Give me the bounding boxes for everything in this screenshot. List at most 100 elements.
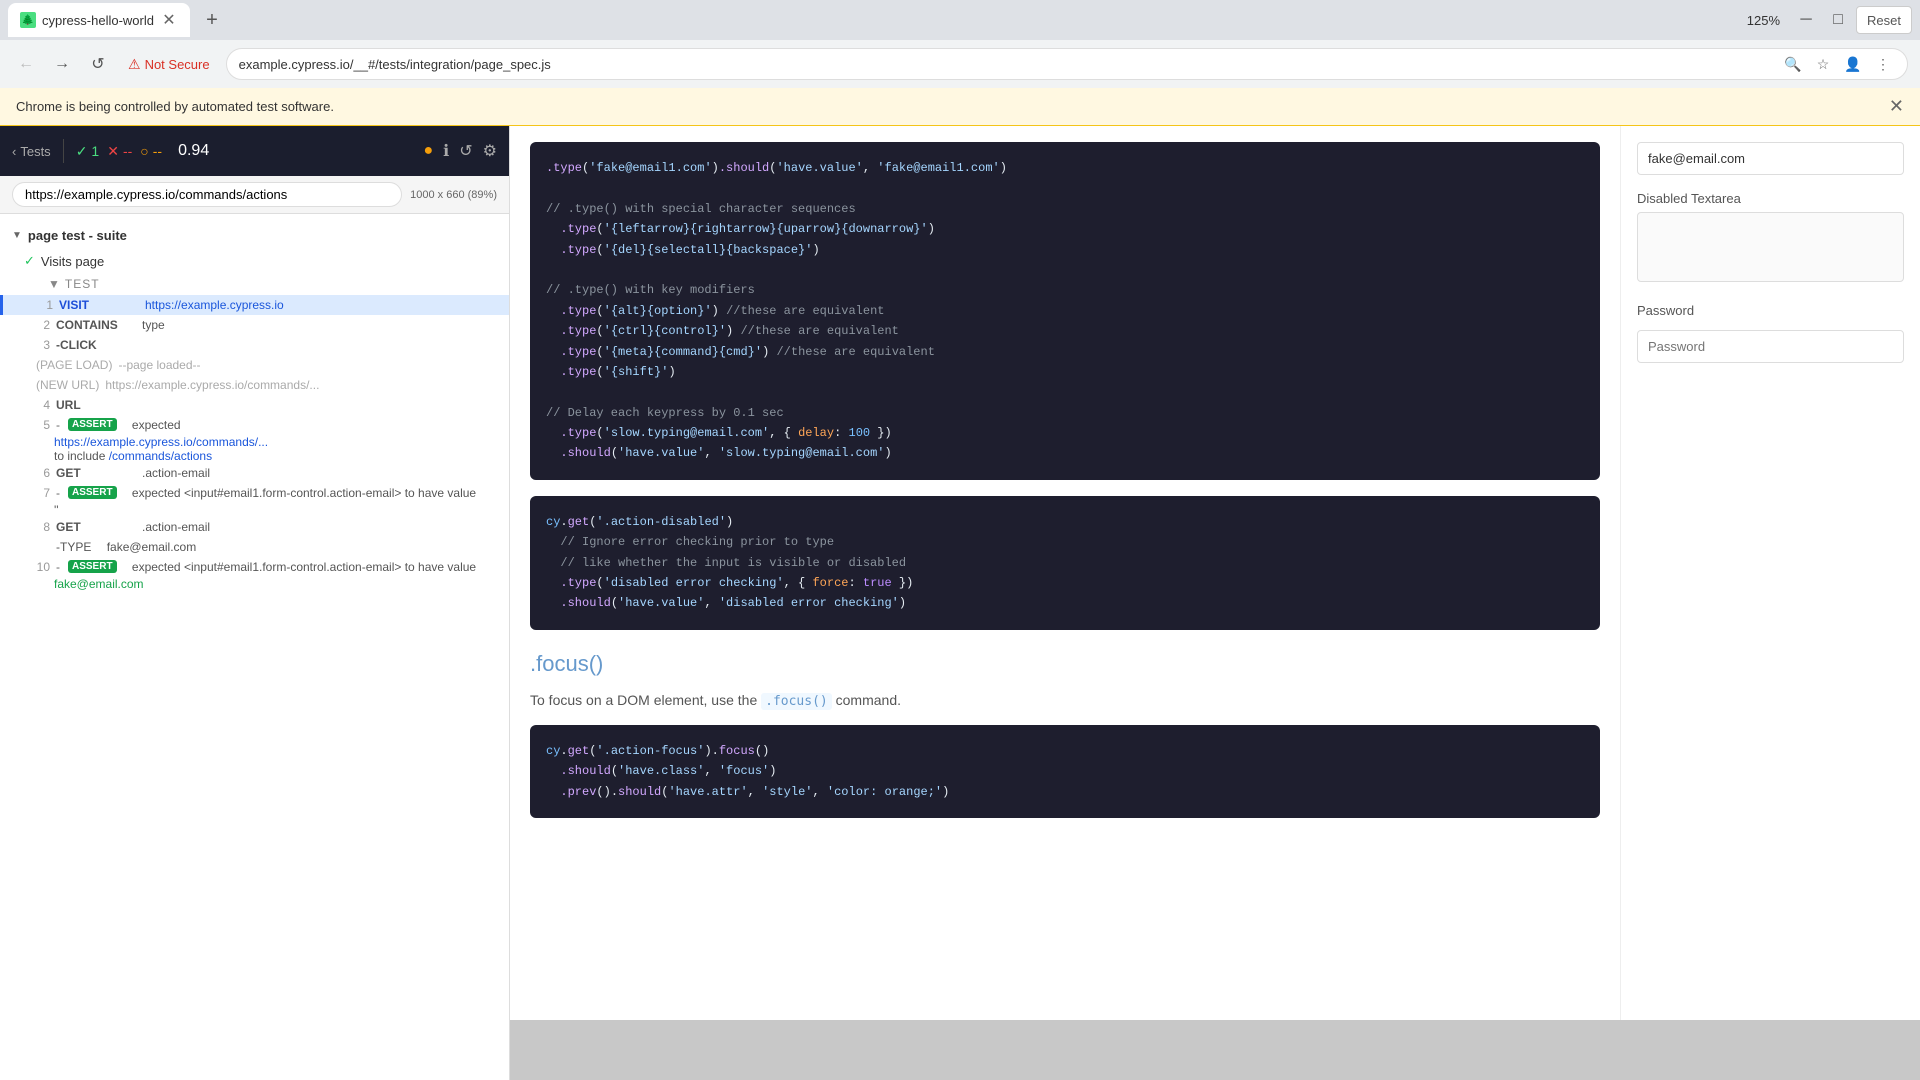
maximize-button[interactable]: □	[1824, 6, 1852, 34]
banner-text: Chrome is being controlled by automated …	[16, 99, 334, 114]
reload-button[interactable]: ↺	[84, 50, 112, 78]
minimize-button[interactable]: ─	[1792, 6, 1820, 34]
cmd-row-5-desc: to include /commands/actions	[0, 449, 509, 463]
duration: 0.94	[178, 142, 209, 160]
code-line: .should('have.class', 'focus')	[546, 761, 1584, 781]
bottom-gray-area	[510, 1020, 1920, 1080]
app-url-input[interactable]	[12, 182, 402, 207]
settings-icon[interactable]: ⚙	[483, 141, 497, 161]
disabled-textarea[interactable]	[1637, 212, 1904, 282]
app-url-bar: 1000 x 660 (89%)	[0, 176, 509, 214]
test-label: Visits page	[41, 254, 104, 269]
suite-header[interactable]: ▼ page test - suite	[0, 222, 509, 249]
info-icon[interactable]: ℹ	[443, 141, 449, 161]
reload-icon[interactable]: ↺	[459, 141, 472, 161]
code-line: .should('have.value', 'disabled error ch…	[546, 593, 1584, 613]
code-line: // Ignore error checking prior to type	[546, 532, 1584, 552]
address-icons: 🔍 ☆ 👤 ⋮	[1781, 52, 1895, 76]
code-line	[546, 260, 1584, 280]
code-line	[546, 178, 1584, 198]
cmd-row-5[interactable]: 5 - ASSERT expected	[0, 415, 509, 435]
code-line: .prev().should('have.attr', 'style', 'co…	[546, 782, 1584, 802]
pending-count: ○ --	[140, 143, 162, 159]
cmd-row-4[interactable]: 4 URL	[0, 395, 509, 415]
cypress-left-panel: ‹ Tests ✓ 1 ✕ -- ○ -- 0.94 ●	[0, 126, 510, 1080]
window-controls: 125% ─ □ Reset	[1739, 6, 1912, 34]
cmd-row-8[interactable]: 8 GET .action-email	[0, 517, 509, 537]
cmd-row-10[interactable]: 10 - ASSERT expected <input#email1.form-…	[0, 557, 509, 577]
cmd-row-6[interactable]: 6 GET .action-email	[0, 463, 509, 483]
warning-icon-btn[interactable]: ●	[424, 142, 434, 160]
code-line: .type('fake@email1.com').should('have.va…	[546, 158, 1584, 178]
cmd-row-7-val: ''	[0, 503, 509, 517]
tab-title: cypress-hello-world	[42, 13, 154, 28]
forward-button[interactable]: →	[48, 50, 76, 78]
app-content: .type('fake@email1.com').should('have.va…	[510, 126, 1920, 1020]
disabled-textarea-label: Disabled Textarea	[1637, 191, 1904, 206]
browser-tab[interactable]: 🌲 cypress-hello-world ✕	[8, 3, 190, 37]
code-line: .type('{shift}')	[546, 362, 1584, 382]
code-line: .type('disabled error checking', { force…	[546, 573, 1584, 593]
test-item[interactable]: ✓ Visits page	[0, 249, 509, 273]
password-section: Password	[1637, 303, 1904, 363]
password-input[interactable]	[1637, 330, 1904, 363]
warning-icon: ⚠	[128, 56, 141, 73]
test-list: ▼ page test - suite ✓ Visits page ▼ TEST…	[0, 214, 509, 1080]
tests-label: Tests	[20, 144, 50, 159]
suite-title: page test - suite	[28, 228, 127, 243]
code-line: // .type() with special character sequen…	[546, 199, 1584, 219]
password-label: Password	[1637, 303, 1904, 318]
search-icon[interactable]: 🔍	[1781, 52, 1805, 76]
right-sidebar: Disabled Textarea Password	[1620, 126, 1920, 1020]
cmd-row-9[interactable]: -TYPE fake@email.com	[0, 537, 509, 557]
code-line: .should('have.value', 'slow.typing@email…	[546, 443, 1584, 463]
address-bar: ← → ↺ ⚠ Not Secure example.cypress.io/__…	[0, 40, 1920, 88]
toolbar-right: ● ℹ ↺ ⚙	[424, 141, 498, 161]
code-line: .type('{alt}{option}') //these are equiv…	[546, 301, 1584, 321]
test-section-label: ▼ TEST	[0, 273, 509, 295]
cmd-row-7[interactable]: 7 - ASSERT expected <input#email1.form-c…	[0, 483, 509, 503]
tab-close-button[interactable]: ✕	[160, 11, 178, 29]
code-line: // .type() with key modifiers	[546, 280, 1584, 300]
cypress-toolbar: ‹ Tests ✓ 1 ✕ -- ○ -- 0.94 ●	[0, 126, 509, 176]
url-text: example.cypress.io/__#/tests/integration…	[239, 57, 1781, 72]
viewport-badge: 1000 x 660 (89%)	[410, 189, 497, 201]
code-line: cy.get('.action-focus').focus()	[546, 741, 1584, 761]
banner-close-button[interactable]: ✕	[1889, 96, 1904, 117]
cypress-right-panel: .type('fake@email1.com').should('have.va…	[510, 126, 1920, 1080]
back-to-tests[interactable]: ‹ Tests	[12, 144, 51, 159]
cmd-row-5-url: https://example.cypress.io/commands/...	[0, 435, 509, 449]
new-tab-button[interactable]: +	[198, 6, 226, 34]
fail-count: ✕ --	[107, 143, 132, 160]
cmd-row-2[interactable]: 2 CONTAINS type	[0, 315, 509, 335]
cmd-row-3[interactable]: 3 -CLICK	[0, 335, 509, 355]
tab-favicon: 🌲	[20, 12, 36, 28]
code-panel: .type('fake@email1.com').should('have.va…	[510, 126, 1620, 1020]
email-input[interactable]	[1637, 142, 1904, 175]
reset-button[interactable]: Reset	[1856, 6, 1912, 34]
focus-section: .focus() To focus on a DOM element, use …	[530, 646, 1600, 818]
test-pass-icon: ✓	[24, 253, 35, 269]
security-warning: ⚠ Not Secure	[120, 52, 218, 77]
bookmark-icon[interactable]: ☆	[1811, 52, 1835, 76]
focus-title: .focus()	[530, 646, 1600, 681]
code-line: cy.get('.action-disabled')	[546, 512, 1584, 532]
not-secure-label: Not Secure	[145, 57, 210, 72]
automation-banner: Chrome is being controlled by automated …	[0, 88, 1920, 126]
title-bar: 🌲 cypress-hello-world ✕ + 125% ─ □ Reset	[0, 0, 1920, 40]
menu-icon[interactable]: ⋮	[1871, 52, 1895, 76]
cmd-row-10-val: fake@email.com	[0, 577, 509, 591]
cmd-row-1[interactable]: 1 VISIT https://example.cypress.io	[0, 295, 509, 315]
code-block-2: cy.get('.action-disabled') // Ignore err…	[530, 496, 1600, 630]
new-url-row: (NEW URL) https://example.cypress.io/com…	[0, 375, 509, 395]
code-line	[546, 382, 1584, 402]
toolbar-divider	[63, 139, 64, 163]
back-button[interactable]: ←	[12, 50, 40, 78]
code-line: .type('{del}{selectall}{backspace}')	[546, 240, 1584, 260]
url-bar[interactable]: example.cypress.io/__#/tests/integration…	[226, 48, 1908, 80]
zoom-level: 125%	[1739, 9, 1788, 32]
code-line: .type('slow.typing@email.com', { delay: …	[546, 423, 1584, 443]
pass-count: ✓ 1	[76, 143, 100, 160]
account-icon[interactable]: 👤	[1841, 52, 1865, 76]
code-block-1: .type('fake@email1.com').should('have.va…	[530, 142, 1600, 480]
